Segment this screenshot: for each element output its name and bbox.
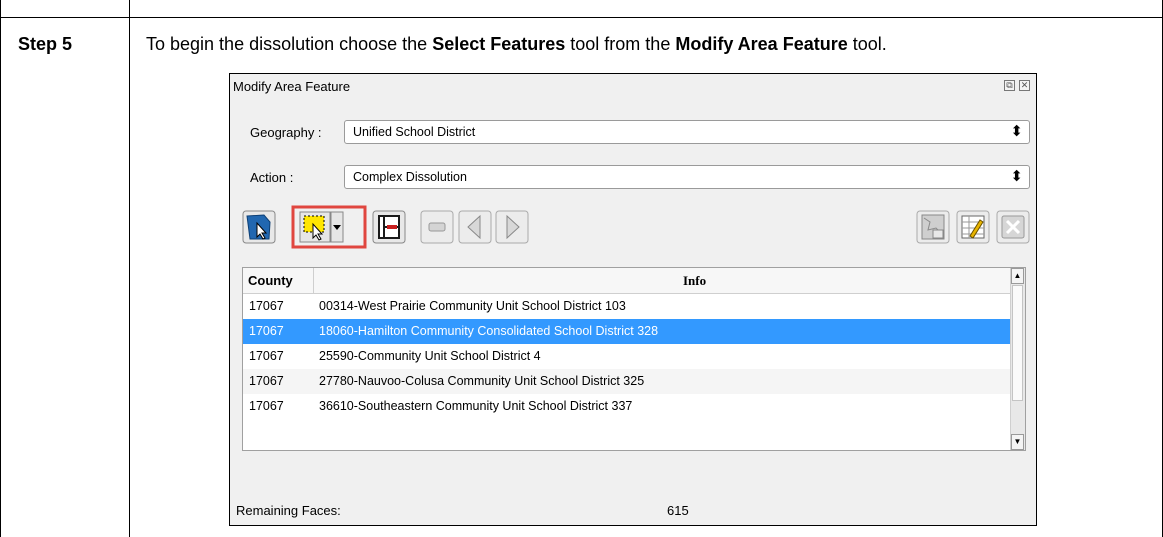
- scroll-down-icon[interactable]: ▼: [1011, 434, 1024, 450]
- table-border-column: [129, 0, 130, 537]
- minus-icon: [420, 210, 454, 244]
- cell-county: 17067: [249, 324, 284, 338]
- clear-button[interactable]: [996, 210, 1030, 244]
- map-icon: [916, 210, 950, 244]
- cell-info: 25590-Community Unit School District 4: [319, 349, 541, 363]
- scroll-up-icon[interactable]: ▲: [1011, 268, 1024, 284]
- dialog-title: Modify Area Feature: [233, 79, 351, 94]
- minus-button[interactable]: [420, 210, 454, 244]
- table-header: County Info: [243, 268, 1013, 294]
- select-features-icon: [291, 205, 367, 249]
- cell-info: 18060-Hamilton Community Consolidated Sc…: [319, 324, 659, 338]
- geography-value: Unified School District: [353, 125, 476, 139]
- triangle-right-icon: [495, 210, 529, 244]
- split-tool-button[interactable]: [372, 210, 406, 244]
- table-row[interactable]: 17067 18060-Hamilton Community Consolidat…: [243, 319, 1013, 344]
- table-row[interactable]: 17067 00314-West Prairie Community Unit S…: [243, 294, 1013, 319]
- vertical-scrollbar[interactable]: ▲ ▼: [1010, 268, 1025, 450]
- updown-arrow-icon: ⬍: [1010, 168, 1023, 185]
- table-edit-icon: [956, 210, 990, 244]
- action-value: Complex Dissolution: [353, 170, 467, 184]
- remaining-faces-value: 615: [667, 503, 689, 518]
- select-area-tool-button[interactable]: [242, 210, 276, 244]
- close-icon[interactable]: ✕: [1019, 80, 1030, 91]
- modify-area-feature-dialog: Modify Area Feature ⧉ ✕ Geography : Unif…: [229, 73, 1037, 526]
- column-header-info[interactable]: Info: [683, 273, 706, 289]
- geography-label: Geography :: [250, 125, 322, 140]
- action-label: Action :: [250, 170, 294, 185]
- close-box-icon: [996, 210, 1030, 244]
- instruction-text: To begin the dissolution choose the Sele…: [146, 34, 887, 54]
- previous-button[interactable]: [458, 210, 492, 244]
- map-tool-button[interactable]: [916, 210, 950, 244]
- table-border-left: [0, 0, 1, 537]
- step-label: Step 5: [18, 34, 73, 54]
- table-border-row: [0, 17, 1163, 18]
- edit-attributes-button[interactable]: [956, 210, 990, 244]
- triangle-left-icon: [458, 210, 492, 244]
- updown-arrow-icon: ⬍: [1010, 123, 1023, 140]
- table-row[interactable]: 17067 27780-Nauvoo-Colusa Community Unit …: [243, 369, 1013, 394]
- dialog-titlebar: Modify Area Feature ⧉ ✕: [230, 74, 1036, 100]
- cell-county: 17067: [249, 374, 284, 388]
- cell-county: 17067: [249, 349, 284, 363]
- split-icon: [372, 210, 406, 244]
- table-row[interactable]: 17067 36610-Southeastern Community Unit S…: [243, 394, 1013, 419]
- column-header-county[interactable]: County: [248, 273, 293, 288]
- features-table: County Info 17067 00314-West Prairie Comm…: [242, 267, 1026, 451]
- cell-county: 17067: [249, 299, 284, 313]
- cell-info: 00314-West Prairie Community Unit School…: [319, 299, 626, 313]
- remaining-faces-label: Remaining Faces:: [236, 503, 341, 518]
- table-row[interactable]: 17067 25590-Community Unit School Distric…: [243, 344, 1013, 369]
- select-features-tool-button[interactable]: [288, 205, 370, 249]
- select-area-icon: [242, 210, 276, 244]
- cell-county: 17067: [249, 399, 284, 413]
- column-separator: [313, 268, 314, 293]
- scroll-thumb[interactable]: [1012, 285, 1023, 401]
- float-icon[interactable]: ⧉: [1004, 80, 1015, 91]
- geography-select[interactable]: Unified School District ⬍: [344, 120, 1030, 144]
- cell-info: 27780-Nauvoo-Colusa Community Unit Schoo…: [319, 374, 645, 388]
- action-select[interactable]: Complex Dissolution ⬍: [344, 165, 1030, 189]
- cell-info: 36610-Southeastern Community Unit School…: [319, 399, 633, 413]
- next-button[interactable]: [495, 210, 529, 244]
